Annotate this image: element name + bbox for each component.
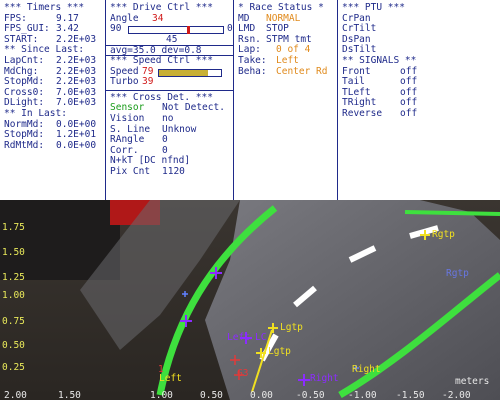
x-tick-label: 1.00 bbox=[150, 390, 173, 400]
camera-scene bbox=[0, 200, 500, 400]
lc-label: LC bbox=[255, 332, 267, 343]
x-tick-label: -1.00 bbox=[348, 390, 377, 400]
x-tick-label: -1.50 bbox=[396, 390, 425, 400]
x-tick-label: 2.00 bbox=[4, 390, 27, 400]
angle-max-label: 0 bbox=[227, 23, 233, 35]
race-status-header: * Race Status * bbox=[238, 2, 324, 13]
rdmtmd-label: RdMtMd: bbox=[4, 139, 45, 151]
y-tick-label: 1.50 bbox=[2, 247, 25, 258]
cross-left-label: Left bbox=[227, 332, 250, 343]
timers-column: *** Timers *** FPS: 9.17 FPS_GUI: 3.42 STA… bbox=[0, 0, 106, 200]
angle-gauge bbox=[128, 26, 224, 35]
speed-gauge bbox=[158, 68, 222, 77]
y-tick-label: 1.00 bbox=[2, 290, 25, 301]
number-label: 1 bbox=[158, 364, 164, 375]
angle-center-label: 45 bbox=[166, 33, 178, 45]
y-tick-label: 0.25 bbox=[2, 362, 25, 373]
ptu-column: *** PTU *** CrPan CrTilt DsPan DsTilt **… bbox=[338, 0, 500, 200]
ptu-header: *** PTU *** bbox=[342, 2, 405, 13]
y-tick-label: 0.50 bbox=[2, 340, 25, 351]
in-last-header: ** In Last: bbox=[4, 107, 67, 119]
beha-value: Center Rd bbox=[276, 65, 328, 77]
race-status-column: * Race Status * MD NORMAL LMD STOP Rsn. STP… bbox=[234, 0, 338, 200]
x-unit-label: meters bbox=[455, 376, 490, 387]
g3-label: G3 bbox=[237, 368, 249, 379]
far-lane-line bbox=[404, 210, 500, 216]
beha-label: Beha: bbox=[238, 65, 267, 77]
cross-right-label: Right bbox=[310, 373, 339, 384]
take-value: Left bbox=[276, 54, 299, 66]
y-tick-label: 1.25 bbox=[2, 272, 25, 283]
rgtp-label: Rgtp bbox=[432, 229, 455, 240]
lapcnt-value: 2.2E+03 bbox=[56, 54, 97, 66]
speed-header: *** Speed Ctrl *** bbox=[110, 54, 213, 66]
x-tick-label: 1.50 bbox=[58, 390, 81, 400]
angle-gauge-marker bbox=[187, 26, 191, 35]
turbo-value: 39 bbox=[142, 76, 154, 88]
speed-gauge-fill bbox=[159, 69, 208, 76]
x-tick-label: 0.50 bbox=[200, 390, 223, 400]
pix-cnt-value: 1120 bbox=[162, 165, 185, 177]
pix-cnt-label: Pix Cnt bbox=[110, 165, 151, 177]
timers-header: *** Timers *** bbox=[4, 2, 85, 13]
x-tick-label: -0.50 bbox=[296, 390, 325, 400]
camera-view: 1.75 1.50 1.25 1.00 0.75 0.50 0.25 2.00 … bbox=[0, 200, 500, 400]
lgtp-label: Lgtp bbox=[280, 322, 303, 333]
vision-value: no bbox=[162, 112, 174, 124]
signals-header: ** SIGNALS ** bbox=[342, 54, 417, 66]
angle-min-label: 90 bbox=[110, 23, 122, 35]
take-label: Take: bbox=[238, 54, 267, 66]
rgtp-faint-label: Rgtp bbox=[446, 268, 469, 279]
right-label: Right bbox=[352, 364, 381, 375]
vision-label: Vision bbox=[110, 112, 145, 124]
signal-name: Reverse bbox=[342, 107, 383, 119]
telemetry-panel: *** Timers *** FPS: 9.17 FPS_GUI: 3.42 STA… bbox=[0, 0, 500, 200]
lapcnt-label: LapCnt: bbox=[4, 54, 45, 66]
rdmtmd-value: 0.0E+00 bbox=[56, 139, 97, 151]
lgtp-label: Lgtp bbox=[268, 346, 291, 357]
x-tick-label: -2.00 bbox=[442, 390, 471, 400]
x-tick-label: 0.00 bbox=[250, 390, 273, 400]
signal-state: off bbox=[400, 107, 418, 119]
drive-column: *** Drive Ctrl *** Angle 34 90 0 45 avg=3… bbox=[106, 0, 234, 200]
turbo-label: Turbo bbox=[110, 76, 139, 88]
drive-header: *** Drive Ctrl *** bbox=[110, 2, 213, 13]
y-tick-label: 1.75 bbox=[2, 222, 25, 233]
y-tick-label: 0.75 bbox=[2, 316, 25, 327]
angle-value: 34 bbox=[152, 12, 164, 24]
